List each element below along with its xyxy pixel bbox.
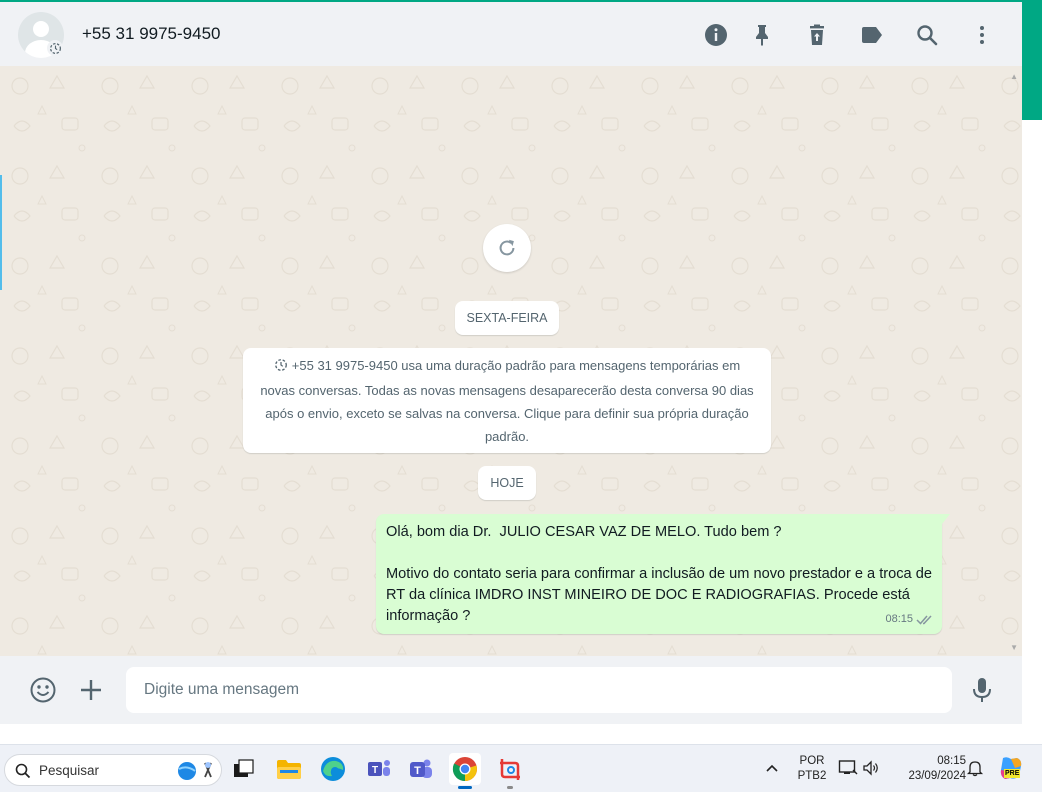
window-accent-bar — [1022, 0, 1042, 120]
double-check-icon — [916, 615, 932, 625]
language-code: POR — [799, 755, 825, 767]
edge-browser-icon[interactable] — [317, 753, 349, 785]
menu-icon[interactable] — [969, 22, 995, 48]
snipping-tool-icon[interactable] — [494, 753, 526, 789]
show-hidden-icons-chevron-icon[interactable] — [764, 760, 780, 781]
active-app-indicator — [458, 786, 472, 789]
date-separator-label: HOJE — [490, 476, 524, 490]
file-explorer-icon[interactable] — [273, 753, 305, 785]
teams-icon[interactable]: T — [405, 753, 437, 785]
info-icon[interactable] — [703, 22, 729, 48]
message-composer — [0, 656, 1022, 724]
taskbar-search-input[interactable] — [39, 761, 169, 779]
chrome-icon[interactable] — [449, 753, 481, 789]
date-separator: SEXTA-FEIRA — [455, 301, 559, 335]
pin-icon[interactable] — [749, 22, 775, 48]
network-icon[interactable] — [838, 759, 858, 782]
message-list[interactable]: ▲ ▼ SEXTA-FEIRA +55 31 9975-9450 usa uma… — [2, 66, 1022, 656]
copilot-icon[interactable]: PRE — [997, 754, 1025, 782]
date-separator: HOJE — [478, 466, 536, 500]
message-input[interactable] — [126, 667, 952, 713]
volume-icon[interactable] — [862, 759, 880, 782]
message-time: 08:15 — [885, 613, 913, 625]
task-view-icon[interactable] — [228, 753, 260, 785]
whatsapp-window: +55 31 9975-9450 ▲ ▼ SEXTA-FEIRA +55 31 … — [0, 0, 1022, 724]
scroll-up-arrow[interactable]: ▲ — [1010, 72, 1018, 81]
window-edge — [1022, 0, 1042, 744]
chat-header[interactable]: +55 31 9975-9450 — [0, 0, 1022, 66]
clock[interactable]: 08:15 23/09/2024 — [892, 754, 966, 784]
taskbar-search[interactable] — [4, 754, 222, 786]
clock-time: 08:15 — [937, 755, 966, 767]
disappearing-timer-icon — [47, 40, 63, 56]
attach-plus-icon[interactable] — [76, 675, 106, 705]
date-separator-label: SEXTA-FEIRA — [466, 311, 548, 325]
search-highlight-icon — [178, 762, 212, 780]
message-text-paragraph: Motivo do contato seria para confirmar a… — [386, 566, 937, 624]
outgoing-message[interactable]: Olá, bom dia Dr. JULIO CESAR VAZ DE MELO… — [376, 514, 950, 634]
delete-icon[interactable] — [804, 22, 830, 48]
clock-date: 23/09/2024 — [908, 770, 966, 782]
message-text-line: Olá, bom dia Dr. JULIO CESAR VAZ DE MELO… — [386, 524, 782, 540]
emoji-icon[interactable] — [28, 675, 58, 705]
search-icon[interactable] — [914, 22, 940, 48]
label-icon[interactable] — [859, 22, 885, 48]
scroll-down-arrow[interactable]: ▼ — [1010, 643, 1018, 652]
windows-taskbar: T T POR PTB2 08:15 23/09/2024 PRE — [0, 744, 1042, 792]
refresh-icon — [499, 239, 515, 256]
running-app-indicator — [507, 786, 513, 789]
microphone-icon[interactable] — [967, 675, 997, 705]
keyboard-layout: PTB2 — [797, 770, 827, 782]
load-older-messages-button[interactable] — [483, 224, 531, 272]
bubble-tail — [942, 514, 950, 524]
teams-classic-icon[interactable]: T — [363, 753, 395, 785]
svg-text:T: T — [414, 765, 421, 777]
search-icon — [15, 763, 31, 779]
window-left-accent — [0, 175, 2, 290]
svg-text:T: T — [372, 765, 378, 776]
contact-name[interactable]: +55 31 9975-9450 — [82, 24, 221, 44]
notification-bell-icon[interactable] — [966, 759, 984, 782]
pre-badge: PRE — [1004, 769, 1021, 778]
message-meta: 08:15 — [885, 609, 934, 630]
disappearing-timer-icon — [274, 356, 288, 379]
input-language-indicator[interactable]: POR PTB2 — [796, 754, 828, 784]
system-message[interactable]: +55 31 9975-9450 usa uma duração padrão … — [243, 348, 771, 453]
system-message-text: +55 31 9975-9450 usa uma duração padrão … — [260, 358, 754, 444]
avatar-head — [33, 21, 49, 37]
